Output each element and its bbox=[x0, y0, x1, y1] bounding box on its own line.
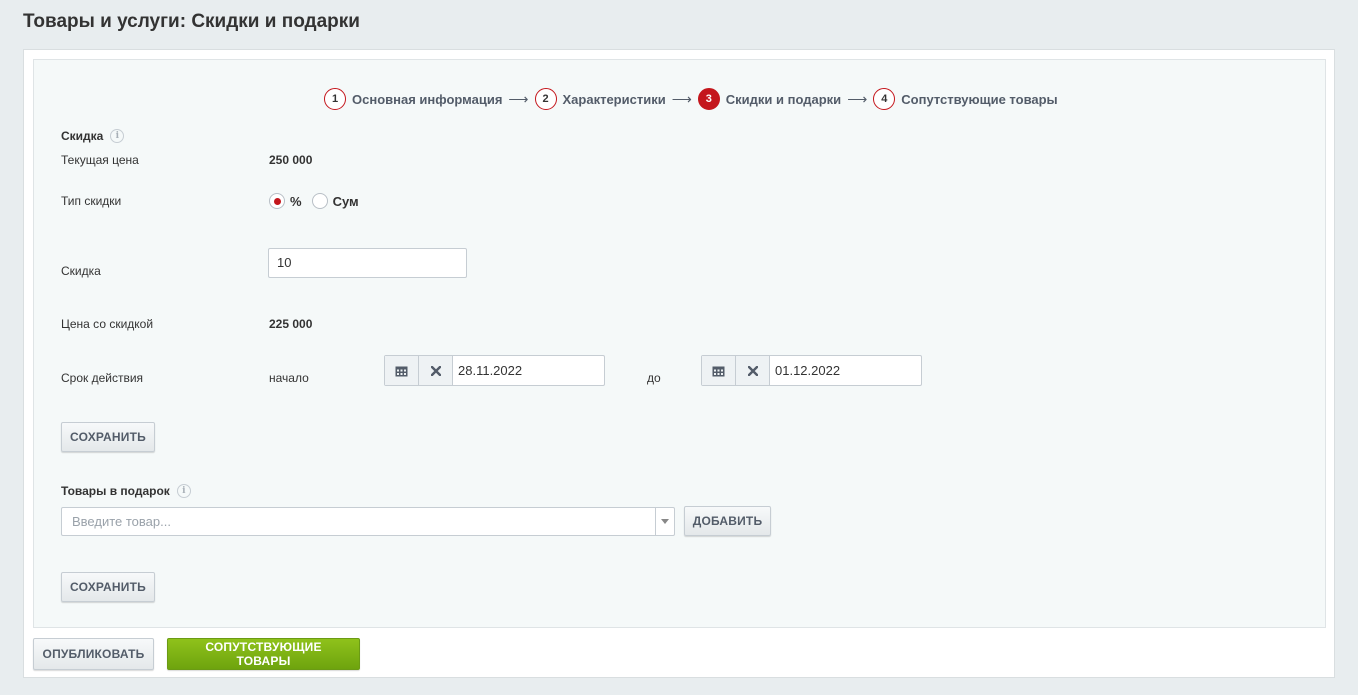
step-label: Скидки и подарки bbox=[725, 91, 842, 107]
clear-icon[interactable] bbox=[419, 356, 453, 385]
arrow-right-icon: ⟶ bbox=[847, 90, 868, 107]
end-date-input[interactable]: 01.12.2022 bbox=[770, 356, 921, 385]
gift-product-select[interactable]: Введите товар... bbox=[61, 507, 675, 536]
arrow-right-icon: ⟶ bbox=[671, 90, 692, 107]
chevron-down-icon[interactable] bbox=[655, 508, 674, 535]
discount-section-header: Скидка i bbox=[61, 129, 125, 143]
end-date-picker: 01.12.2022 bbox=[701, 355, 922, 386]
page-title: Товары и услуги: Скидки и подарки bbox=[23, 11, 360, 32]
calendar-icon[interactable] bbox=[385, 356, 419, 385]
validity-period-label: Срок действия bbox=[61, 371, 144, 385]
arrow-right-icon: ⟶ bbox=[508, 90, 529, 107]
current-price-label: Текущая цена bbox=[61, 153, 139, 167]
save-gifts-button[interactable]: СОХРАНИТЬ bbox=[61, 572, 155, 602]
wizard-stepper: 1 Основная информация ⟶ 2 Характеристики… bbox=[324, 88, 1058, 110]
publish-button[interactable]: ОПУБЛИКОВАТЬ bbox=[33, 638, 154, 670]
radio-percent-label[interactable]: % bbox=[290, 194, 302, 209]
next-related-products-button[interactable]: СОПУТСТВУЮЩИЕ ТОВАРЫ bbox=[167, 638, 360, 670]
radio-sum[interactable] bbox=[311, 193, 328, 209]
main-panel: 1 Основная информация ⟶ 2 Характеристики… bbox=[23, 49, 1335, 678]
info-icon[interactable]: i bbox=[110, 129, 125, 143]
start-date-input[interactable]: 28.11.2022 bbox=[453, 356, 604, 385]
save-discount-button[interactable]: СОХРАНИТЬ bbox=[61, 422, 155, 452]
step-number: 4 bbox=[873, 88, 896, 110]
radio-selected-dot bbox=[273, 197, 281, 205]
discount-section-title: Скидка bbox=[61, 129, 104, 143]
end-date-label: до bbox=[647, 371, 661, 385]
discounted-price-label: Цена со скидкой bbox=[61, 317, 154, 331]
step-label: Основная информация bbox=[352, 91, 503, 107]
radio-percent[interactable] bbox=[269, 193, 285, 209]
step-number: 3 bbox=[697, 88, 720, 110]
step-label: Характеристики bbox=[562, 91, 666, 107]
discounted-price-value: 225 000 bbox=[269, 317, 313, 331]
step-related-products[interactable]: 4 Сопутствующие товары bbox=[873, 88, 1058, 110]
radio-sum-label[interactable]: Сум bbox=[333, 194, 359, 209]
info-icon[interactable]: i bbox=[176, 484, 191, 498]
gifts-section-header: Товары в подарок i bbox=[61, 484, 191, 498]
add-gift-button[interactable]: ДОБАВИТЬ bbox=[684, 506, 771, 536]
gift-product-input[interactable]: Введите товар... bbox=[62, 508, 655, 535]
form-panel: 1 Основная информация ⟶ 2 Характеристики… bbox=[33, 59, 1326, 628]
step-discounts-gifts[interactable]: 3 Скидки и подарки bbox=[697, 88, 842, 110]
step-label: Сопутствующие товары bbox=[901, 91, 1058, 107]
step-number: 2 bbox=[534, 88, 557, 110]
step-basic-info[interactable]: 1 Основная информация bbox=[324, 88, 502, 110]
discount-amount-input[interactable]: 10 bbox=[268, 248, 467, 278]
current-price-value: 250 000 bbox=[269, 153, 313, 167]
gifts-section-title: Товары в подарок bbox=[61, 484, 170, 498]
discount-type-radio-group: % Сум bbox=[269, 193, 359, 209]
calendar-icon[interactable] bbox=[702, 356, 736, 385]
step-characteristics[interactable]: 2 Характеристики bbox=[534, 88, 666, 110]
discount-type-label: Тип скидки bbox=[61, 194, 122, 208]
discount-amount-label: Скидка bbox=[61, 264, 101, 278]
start-date-label: начало bbox=[269, 371, 309, 385]
start-date-picker: 28.11.2022 bbox=[384, 355, 605, 386]
clear-icon[interactable] bbox=[736, 356, 770, 385]
step-number: 1 bbox=[324, 88, 346, 110]
